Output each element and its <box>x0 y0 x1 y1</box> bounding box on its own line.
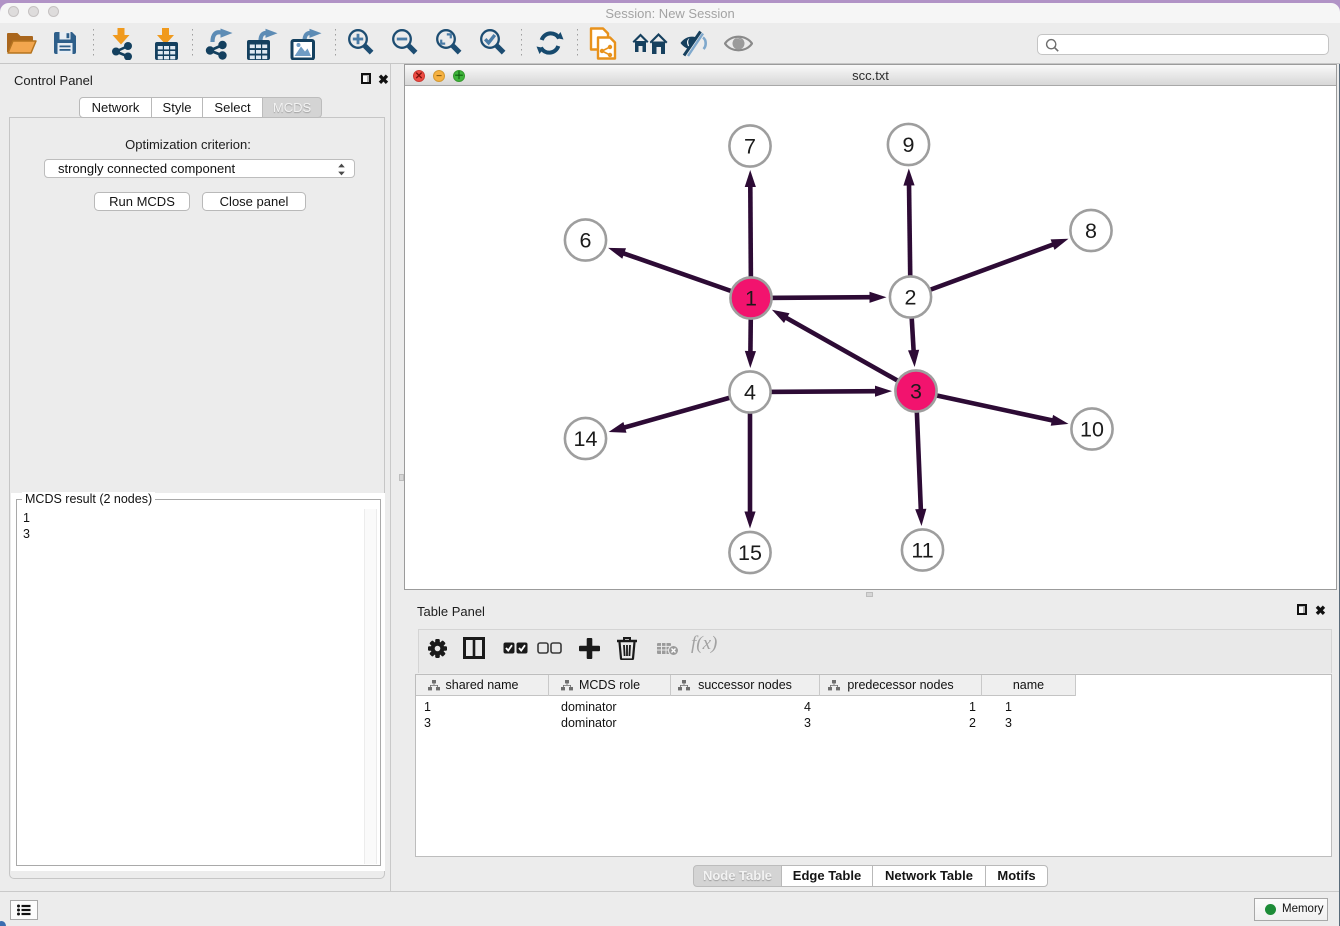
svg-text:11: 11 <box>911 539 933 563</box>
svg-text:1: 1 <box>745 287 757 311</box>
svg-text:9: 9 <box>903 133 915 157</box>
svg-text:6: 6 <box>580 229 592 253</box>
svg-text:15: 15 <box>738 541 762 565</box>
svg-text:7: 7 <box>744 135 756 159</box>
svg-text:2: 2 <box>905 286 917 310</box>
svg-text:8: 8 <box>1085 219 1097 243</box>
svg-text:3: 3 <box>910 380 922 404</box>
svg-text:10: 10 <box>1080 418 1104 442</box>
svg-text:14: 14 <box>574 427 598 451</box>
svg-text:4: 4 <box>744 381 756 405</box>
